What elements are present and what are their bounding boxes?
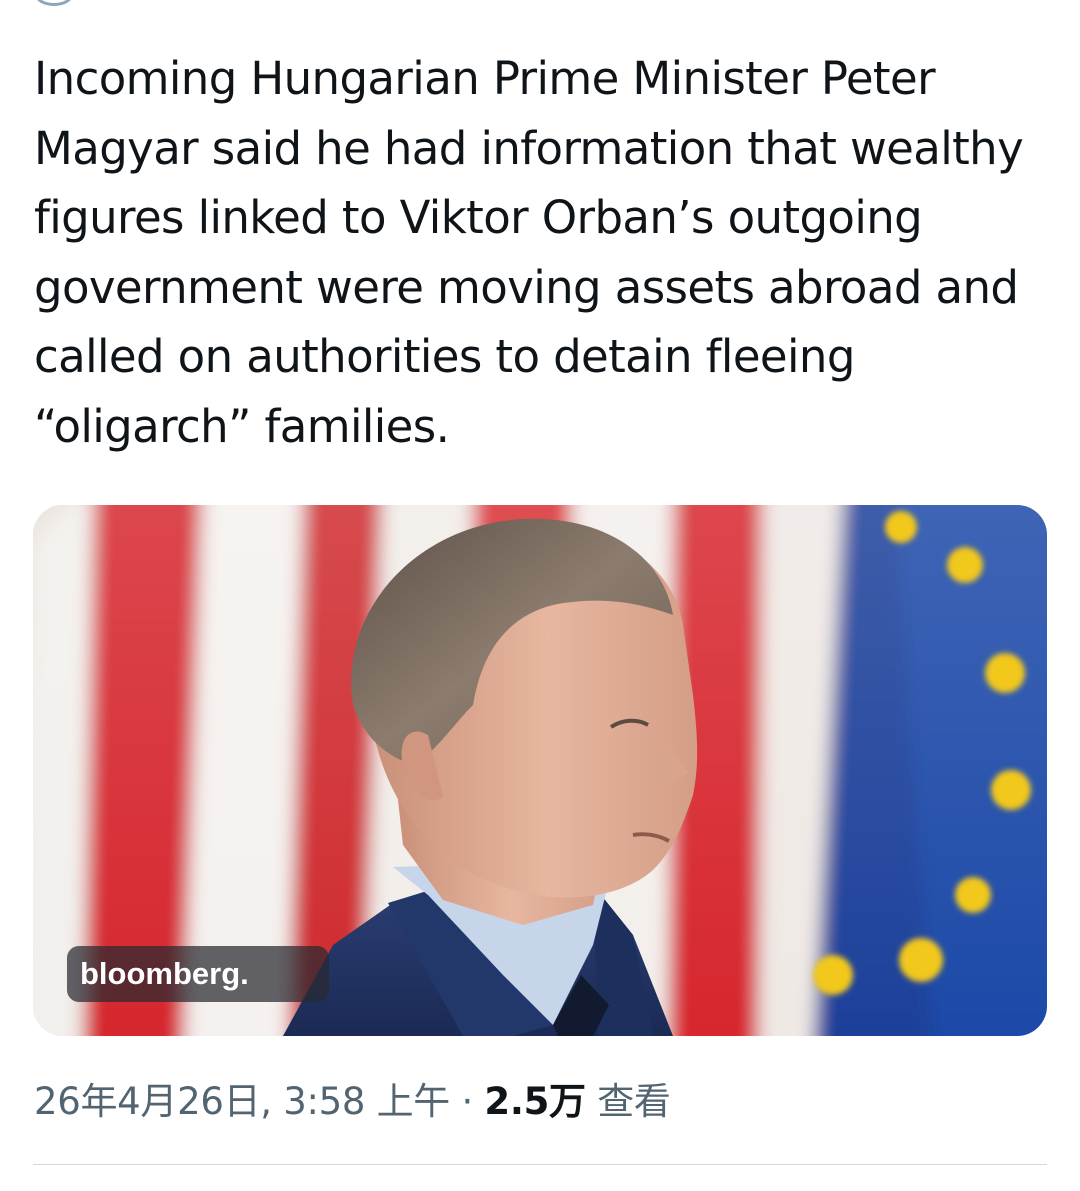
meta-separator: · (449, 1080, 485, 1123)
views-label: 查看 (585, 1080, 671, 1123)
views-count[interactable]: 2.5万 (484, 1080, 586, 1123)
post-meta: 26年4月26日, 3:58 上午 · 2.5万 查看 (34, 1076, 671, 1128)
post-media-card[interactable]: bloomberg. (33, 505, 1047, 1036)
post-timestamp[interactable]: 26年4月26日, 3:58 上午 (34, 1080, 450, 1123)
avatar-fragment-icon (34, 0, 74, 6)
divider (33, 1164, 1047, 1165)
previous-header-fragment (34, 0, 74, 8)
link-source-badge: bloomberg. (67, 946, 329, 1002)
post-text: Incoming Hungarian Prime Minister Peter … (34, 52, 1037, 453)
